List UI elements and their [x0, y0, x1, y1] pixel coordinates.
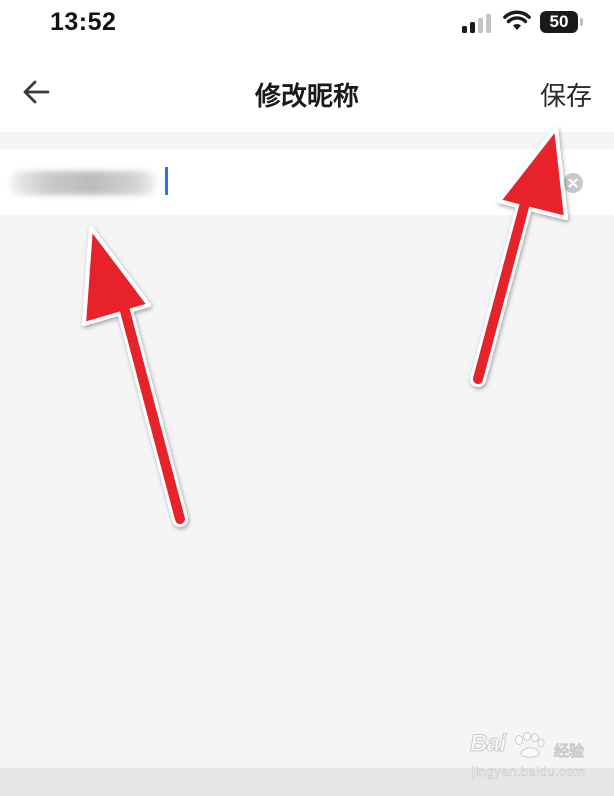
page-title: 修改昵称 — [254, 82, 359, 112]
battery-icon: 50 — [540, 11, 586, 35]
battery-level: 50 — [540, 11, 578, 33]
paw-icon — [515, 732, 545, 758]
status-time: 13:52 — [50, 8, 117, 36]
nickname-input[interactable] — [10, 167, 168, 197]
battery-cap — [580, 18, 583, 26]
status-bar: 13:52 50 — [0, 0, 614, 48]
watermark-brand: Bai — [470, 730, 507, 758]
watermark-sub: 经验 — [554, 742, 585, 761]
cellular-signal-icon — [462, 13, 494, 33]
watermark-site: jingyan.baidu.com — [472, 764, 586, 779]
annotation-arrow-input — [82, 226, 188, 527]
nickname-value-blurred — [10, 171, 156, 195]
nickname-input-row — [0, 149, 614, 215]
nav-bar: 修改昵称 保存 — [0, 48, 614, 132]
wifi-icon — [503, 10, 531, 30]
baidu-jingyan-watermark: Bai 经验 jingyan.baidu.com — [470, 730, 610, 790]
save-button[interactable]: 保存 — [540, 76, 592, 113]
clear-circle-icon — [568, 178, 578, 188]
text-cursor — [165, 167, 168, 195]
clear-input-button[interactable] — [563, 173, 583, 193]
